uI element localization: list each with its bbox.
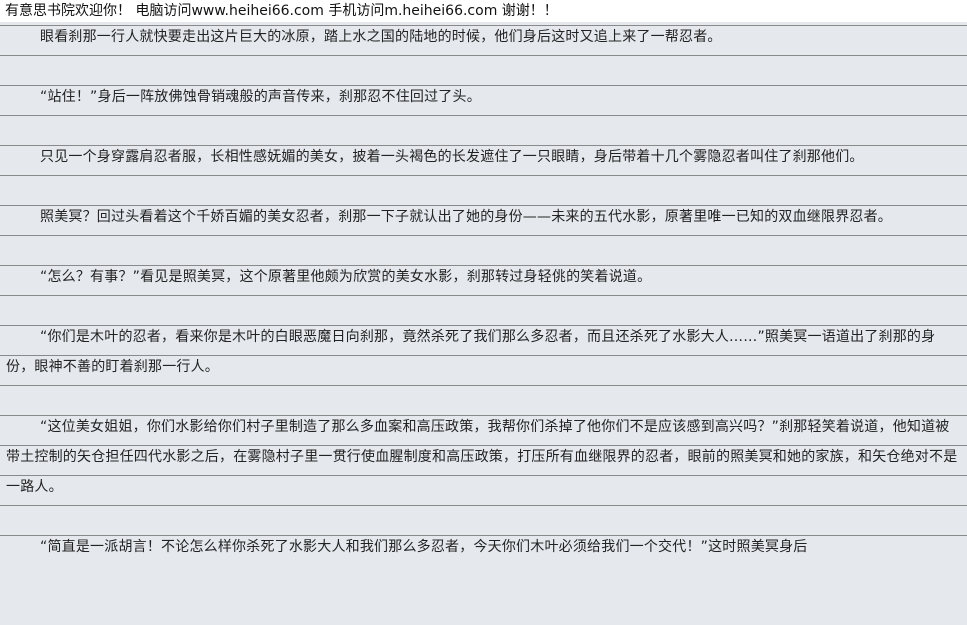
paragraph: 照美冥？回过头看着这个千娇百媚的美女忍者，刹那一下子就认出了她的身份——未来的五… [40,209,892,225]
paragraph: “你们是木叶的忍者，看来你是木叶的白眼恶魔日向刹那，竟然杀死了我们那么多忍者，而… [6,329,936,375]
site-notice-text: 有意思书院欢迎你！ 电脑访问www.heihei66.com 手机访问m.hei… [5,3,558,19]
paragraph: “简直是一派胡言！不论怎么样你杀死了水影大人和我们那么多忍者，今天你们木叶必须给… [40,539,808,555]
paragraph: “这位美女姐姐，你们水影给你们村子里制造了那么多血案和高压政策，我帮你们杀掉了他… [6,419,958,495]
article-body: 眼看刹那一行人就快要走出这片巨大的冰原，踏上水之国的陆地的时候，他们身后这时又追… [0,22,967,562]
paragraph: “怎么？有事？”看见是照美冥，这个原著里他颇为欣赏的美女水影，刹那转过身轻佻的笑… [40,269,652,285]
paragraph: “站住！”身后一阵放佛蚀骨销魂般的声音传来，刹那忍不住回过了头。 [40,89,481,105]
site-notice-bar: 有意思书院欢迎你！ 电脑访问www.heihei66.com 手机访问m.hei… [0,0,967,22]
paragraph: 只见一个身穿露肩忍者服，长相性感妩媚的美女，披着一头褐色的长发遮住了一只眼睛，身… [40,149,864,165]
paragraph: 眼看刹那一行人就快要走出这片巨大的冰原，踏上水之国的陆地的时候，他们身后这时又追… [40,29,722,45]
